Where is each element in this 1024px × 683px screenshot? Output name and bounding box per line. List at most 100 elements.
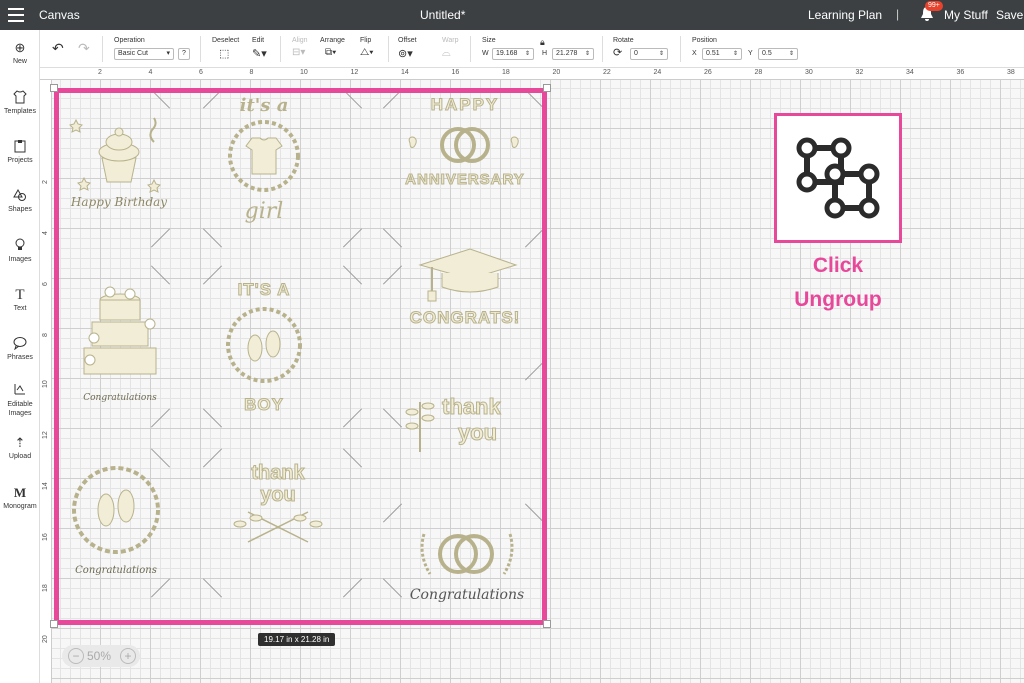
x-label: X xyxy=(692,50,697,57)
ruler-tick-label: 8 xyxy=(42,333,49,337)
sidebar-item-label: New xyxy=(12,58,27,65)
position-group: Position xyxy=(692,37,717,47)
sidebar-item-label: Shapes xyxy=(8,206,32,213)
toolbar-divider xyxy=(470,36,471,62)
selection-size-tag: 19.17 in x 21.28 in xyxy=(258,633,336,646)
app-name: Canvas xyxy=(39,8,80,22)
ruler-tick-label: 6 xyxy=(42,282,49,286)
offset-icon: ⊚▾ xyxy=(398,48,413,60)
hamburger-menu-icon[interactable] xyxy=(8,8,24,22)
sidebar-item-phrases[interactable]: Phrases xyxy=(0,336,40,361)
ruler-tick-label: 18 xyxy=(42,584,49,592)
arrange-button[interactable]: Arrange ⧉▾ xyxy=(320,37,345,58)
design-space-app: Canvas Untitled* Learning Plan | 99+ My … xyxy=(0,0,1024,683)
ruler-tick-label: 22 xyxy=(603,69,611,76)
ungroup-callout-box xyxy=(774,113,902,243)
sidebar-item-new[interactable]: ⊕ New xyxy=(0,40,40,65)
shirt-icon xyxy=(0,90,40,106)
warp-icon: ⌓ xyxy=(442,47,451,59)
undo-icon[interactable]: ↶ xyxy=(52,41,64,55)
operation-label: Operation xyxy=(114,37,145,44)
rotate-group: Rotate xyxy=(613,37,634,47)
sidebar-item-upload[interactable]: ⇡ Upload xyxy=(0,435,40,460)
sidebar-item-projects[interactable]: Projects xyxy=(0,139,40,164)
learning-plan-link[interactable]: Learning Plan xyxy=(808,8,882,22)
selection-bounding-box[interactable] xyxy=(54,88,547,625)
operation-group: Operation xyxy=(114,37,145,47)
height-value: 21.278 xyxy=(556,50,578,57)
edit-label: Edit xyxy=(252,37,265,44)
edit-button[interactable]: Edit ✎▾ xyxy=(252,37,267,60)
deselect-button[interactable]: Deselect ⬚ xyxy=(212,37,239,60)
top-bar: Canvas Untitled* Learning Plan | 99+ My … xyxy=(0,0,1024,30)
flip-button[interactable]: Flip ⧍▾ xyxy=(360,37,374,58)
deselect-icon: ⬚ xyxy=(219,48,230,60)
sidebar-item-templates[interactable]: Templates xyxy=(0,90,40,115)
x-value: 0.51 xyxy=(706,50,720,57)
ruler-tick-label: 4 xyxy=(148,69,153,76)
ruler-tick-label: 10 xyxy=(300,69,308,76)
ruler-tick-label: 2 xyxy=(42,180,49,184)
bulb-icon xyxy=(0,238,40,254)
y-label: Y xyxy=(748,50,753,57)
ruler-tick-label: 12 xyxy=(42,431,49,439)
notification-badge: 99+ xyxy=(925,1,943,11)
editable-images-icon xyxy=(0,382,40,398)
ruler-tick-label: 2 xyxy=(98,69,102,76)
align-icon: ⊟▾ xyxy=(292,47,306,58)
ruler-tick-label: 4 xyxy=(42,231,49,235)
text-icon: T xyxy=(15,287,25,303)
operation-value: Basic Cut xyxy=(118,50,148,57)
height-input[interactable]: 21.278 ⇕ xyxy=(552,48,594,60)
ruler-tick-label: 32 xyxy=(855,69,864,76)
rotate-label: Rotate xyxy=(613,37,634,44)
ruler-tick-label: 20 xyxy=(552,69,561,76)
ruler-tick-label: 30 xyxy=(805,69,813,76)
sidebar-item-text[interactable]: T Text xyxy=(0,287,40,312)
zoom-out-button[interactable]: − xyxy=(68,648,84,664)
lock-icon[interactable]: 🔒︎ xyxy=(540,37,545,47)
selection-handle-bottom-right[interactable] xyxy=(543,620,551,628)
sidebar-item-label: Upload xyxy=(8,453,32,460)
rotate-value: 0 xyxy=(634,50,638,57)
deselect-label: Deselect xyxy=(212,37,240,44)
selection-handle-top-right[interactable] xyxy=(543,84,551,92)
size-label: Size xyxy=(482,37,496,44)
position-label: Position xyxy=(692,37,717,44)
sidebar-item-editable-images[interactable]: Editable Images xyxy=(0,382,40,418)
left-sidebar: ⊕ New Templates Projects Shapes Images TT… xyxy=(0,30,40,683)
sidebar-item-images[interactable]: Images xyxy=(0,238,40,263)
ruler-tick-label: 14 xyxy=(42,482,49,490)
document-title[interactable]: Untitled* xyxy=(420,8,465,22)
sidebar-item-label: Editable Images xyxy=(7,401,33,417)
align-label: Align xyxy=(292,37,308,44)
flip-label: Flip xyxy=(360,37,372,44)
align-button[interactable]: Align ⊟▾ xyxy=(292,37,308,58)
rotate-input[interactable]: 0 ⇕ xyxy=(630,48,668,60)
sidebar-item-label: Projects xyxy=(7,157,33,164)
selection-handle-bottom-left[interactable] xyxy=(50,620,58,628)
x-position-input[interactable]: 0.51 ⇕ xyxy=(702,48,742,60)
ruler-tick-label: 6 xyxy=(199,69,203,76)
width-input[interactable]: 19.168 ⇕ xyxy=(492,48,534,60)
y-position-input[interactable]: 0.5 ⇕ xyxy=(758,48,798,60)
ruler-horizontal: 2 4 6 8 10 12 14 16 18 20 22 24 26 28 30 32 34 36 38 xyxy=(40,68,1024,80)
sidebar-item-label: Text xyxy=(13,305,27,312)
sidebar-item-monogram[interactable]: M Monogram xyxy=(0,485,40,510)
chevron-down-icon: ▾ xyxy=(166,50,170,57)
sidebar-item-label: Phrases xyxy=(7,354,33,361)
stepper-icon: ⇕ xyxy=(788,51,794,57)
redo-icon[interactable]: ↷ xyxy=(78,41,90,55)
warp-label: Warp xyxy=(442,37,459,44)
projects-icon xyxy=(0,139,40,155)
selection-handle-top-left[interactable] xyxy=(50,84,58,92)
zoom-in-button[interactable]: + xyxy=(120,648,136,664)
warp-button[interactable]: Warp ⌓ xyxy=(442,37,458,60)
operation-help-button[interactable]: ? xyxy=(178,48,190,60)
offset-button[interactable]: Offset ⊚▾ xyxy=(398,37,417,60)
operation-select[interactable]: Basic Cut ▾ xyxy=(114,48,174,60)
save-button[interactable]: Save xyxy=(996,8,1023,22)
my-stuff-link[interactable]: My Stuff xyxy=(944,8,988,22)
sidebar-item-shapes[interactable]: Shapes xyxy=(0,188,40,213)
flip-icon: ⧍▾ xyxy=(360,47,374,58)
